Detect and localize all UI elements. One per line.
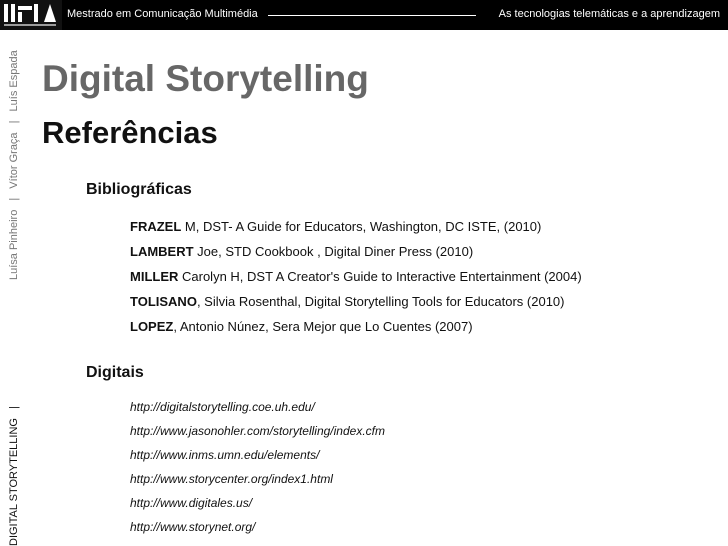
author-name: Luís Espada bbox=[8, 50, 20, 112]
author-name: Vítor Graça bbox=[8, 132, 20, 189]
separator: | bbox=[8, 120, 20, 124]
slide-title: Digital Storytelling bbox=[42, 58, 369, 99]
bibliography-author: TOLISANO bbox=[130, 294, 197, 309]
bibliography-item: LAMBERT Joe, STD Cookbook , Digital Dine… bbox=[130, 244, 473, 259]
bibliography-reference: M, DST- A Guide for Educators, Washingto… bbox=[181, 219, 542, 234]
bibliography-item: LOPEZ, Antonio Núnez, Sera Mejor que Lo … bbox=[130, 319, 473, 334]
reference-link[interactable]: http://www.inms.umn.edu/elements/ bbox=[130, 448, 319, 462]
reference-link[interactable]: http://www.digitales.us/ bbox=[130, 496, 252, 510]
separator: | bbox=[8, 406, 20, 409]
header-divider-line bbox=[268, 15, 476, 16]
bibliography-reference: , Silvia Rosenthal, Digital Storytelling… bbox=[196, 294, 565, 309]
bibliography-reference: , Antonio Núnez, Sera Mejor que Lo Cuent… bbox=[173, 319, 473, 334]
author-name: Luísa Pinheiro bbox=[8, 209, 20, 280]
course-topic-label: As tecnologias telemáticas e a aprendiza… bbox=[498, 8, 720, 20]
reference-link[interactable]: http://digitalstorytelling.coe.uh.edu/ bbox=[130, 400, 315, 414]
bibliography-author: LOPEZ bbox=[130, 319, 174, 334]
bibliography-item: MILLER Carolyn H, DST A Creator's Guide … bbox=[130, 269, 582, 284]
authors-sidebar: Luísa Pinheiro | Vítor Graça | Luís Espa… bbox=[8, 50, 20, 280]
reference-link[interactable]: http://www.storycenter.org/index1.html bbox=[130, 472, 333, 486]
reference-link[interactable]: http://www.jasonohler.com/storytelling/i… bbox=[130, 424, 385, 438]
separator: | bbox=[8, 197, 20, 201]
top-header-bar: Mestrado em Comunicação Multimédia As te… bbox=[0, 0, 728, 30]
bibliography-item: FRAZEL M, DST- A Guide for Educators, Wa… bbox=[130, 219, 541, 234]
bibliography-author: MILLER bbox=[130, 269, 179, 284]
digital-section-heading: Digitais bbox=[86, 364, 144, 381]
bibliography-author: LAMBERT bbox=[130, 244, 194, 259]
bibliography-reference: Carolyn H, DST A Creator's Guide to Inte… bbox=[178, 269, 582, 284]
institution-logo bbox=[0, 0, 62, 30]
bibliographic-section-heading: Bibliográficas bbox=[86, 181, 192, 198]
bibliography-item: TOLISANO, Silvia Rosenthal, Digital Stor… bbox=[130, 294, 565, 309]
bibliography-author: FRAZEL bbox=[130, 219, 182, 234]
course-program-label: Mestrado em Comunicação Multimédia bbox=[67, 8, 258, 20]
course-name: DIGITAL STORYTELLING bbox=[8, 418, 20, 546]
reference-link[interactable]: http://www.storynet.org/ bbox=[130, 520, 255, 534]
bibliography-reference: Joe, STD Cookbook , Digital Diner Press … bbox=[193, 244, 474, 259]
slide-subtitle: Referências bbox=[42, 115, 218, 150]
course-sidebar-label: DIGITAL STORYTELLING | bbox=[8, 400, 20, 546]
